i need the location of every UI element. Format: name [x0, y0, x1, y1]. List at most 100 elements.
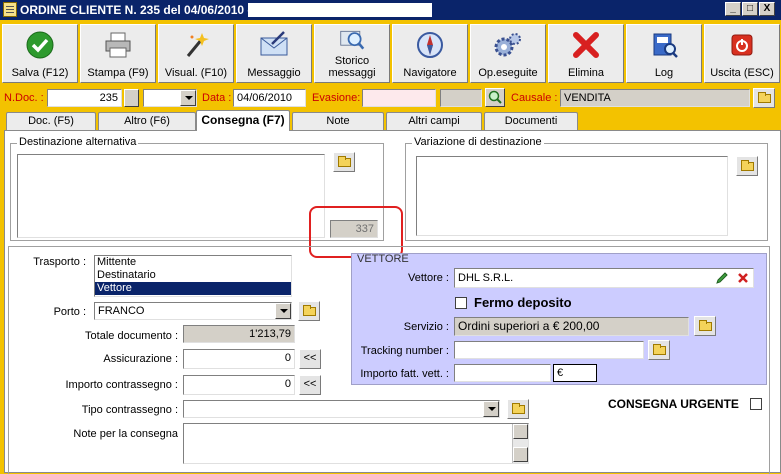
folder-icon: [699, 320, 712, 331]
folder-icon: [512, 403, 525, 414]
variazione-destinazione-textarea[interactable]: [416, 156, 728, 236]
importo-contrassegno-label: Importo contrassegno :: [65, 379, 178, 391]
ndoc-input[interactable]: 235: [47, 89, 122, 107]
close-window-button[interactable]: X: [759, 2, 775, 16]
folder-icon: [758, 92, 771, 103]
fermo-deposito-checkbox[interactable]: [455, 297, 467, 309]
tab-note[interactable]: Note: [292, 112, 384, 130]
tab-altri-campi[interactable]: Altri campi: [386, 112, 482, 130]
uscita-button[interactable]: Uscita (ESC): [704, 24, 780, 83]
clear-x-icon[interactable]: [737, 272, 749, 284]
evasione-extra-field: [440, 89, 482, 107]
trasporto-option-destinatario[interactable]: Destinatario: [95, 269, 291, 282]
tipo-contrassegno-dropdown-button[interactable]: [483, 401, 499, 417]
currency-field[interactable]: €: [553, 364, 597, 382]
tab-consegna[interactable]: Consegna (F7): [196, 110, 290, 131]
envelope-icon: [260, 31, 288, 56]
trasporto-option-vettore[interactable]: Vettore: [95, 282, 291, 295]
variazione-folder-button[interactable]: [736, 156, 758, 176]
causale-input[interactable]: VENDITA: [560, 89, 750, 107]
assicurazione-arrow-button[interactable]: <<: [299, 349, 321, 369]
gears-icon: [494, 33, 521, 57]
note-consegna-textarea[interactable]: [183, 423, 529, 464]
scroll-down-button[interactable]: [513, 447, 528, 462]
vettore-input[interactable]: DHL S.R.L.: [454, 268, 754, 288]
porto-dropdown-button[interactable]: [275, 303, 291, 319]
assicurazione-label: Assicurazione :: [103, 353, 178, 365]
servizio-folder-button[interactable]: [694, 316, 716, 336]
porto-label: Porto :: [53, 306, 86, 318]
destinazione-alternativa-title: Destinazione alternativa: [17, 136, 139, 148]
visual-button[interactable]: Visual. (F10): [158, 24, 234, 83]
ndoc-button[interactable]: [124, 89, 139, 107]
importo-contrassegno-input[interactable]: 0: [183, 375, 295, 395]
contrassegno-arrow-button[interactable]: <<: [299, 375, 321, 395]
navigatore-button[interactable]: Navigatore: [392, 24, 468, 83]
series-dropdown-button[interactable]: [180, 90, 196, 106]
vettore-title: VETTORE: [357, 253, 409, 265]
printer-icon: [105, 32, 131, 58]
tipo-contrassegno-select[interactable]: [183, 400, 500, 418]
magic-wand-icon: [186, 33, 209, 57]
porto-select[interactable]: FRANCO: [94, 302, 292, 320]
porto-folder-button[interactable]: [298, 301, 320, 321]
evasione-input[interactable]: [362, 89, 436, 107]
servizio-input[interactable]: Ordini superiori a € 200,00: [454, 317, 689, 336]
data-label: Data :: [202, 92, 232, 104]
delete-x-icon: [573, 32, 599, 58]
tracking-number-label: Tracking number :: [360, 345, 449, 357]
tipo-contrassegno-folder-button[interactable]: [507, 399, 529, 419]
evasione-label: Evasione:: [312, 92, 361, 104]
causale-folder-button[interactable]: [753, 88, 775, 108]
tab-documenti[interactable]: Documenti: [484, 112, 578, 130]
op-eseguite-button[interactable]: Op.eseguite: [470, 24, 546, 83]
causale-label: Causale :: [511, 92, 558, 104]
trasporto-list[interactable]: Mittente Destinatario Vettore: [94, 255, 292, 297]
magnifier-icon: [488, 90, 502, 104]
note-scrollbar[interactable]: [512, 424, 528, 463]
importo-fatt-vett-label: Importo fatt. vett. :: [360, 368, 449, 380]
redacted-title-area: [248, 3, 432, 17]
tracking-number-input[interactable]: [454, 341, 644, 359]
window-title: ORDINE CLIENTE N. 235 del 04/06/2010 -: [20, 3, 252, 17]
compass-icon: [417, 32, 443, 58]
note-consegna-label: Note per la consegna: [73, 428, 178, 440]
ndoc-label: N.Doc. :: [4, 92, 44, 104]
tab-altro[interactable]: Altro (F6): [98, 112, 196, 130]
evasione-search-button[interactable]: [485, 88, 505, 107]
folder-icon: [338, 156, 351, 167]
folder-icon: [653, 344, 666, 355]
vettore-label: Vettore :: [408, 272, 449, 284]
folder-icon: [741, 160, 754, 171]
totale-documento-label: Totale documento :: [85, 330, 178, 342]
destinazione-alternativa-textarea[interactable]: [17, 154, 325, 238]
elimina-button[interactable]: Elimina: [548, 24, 624, 83]
folder-icon: [303, 305, 316, 316]
importo-fatt-vett-input[interactable]: [454, 364, 551, 382]
edit-pencil-icon[interactable]: [715, 271, 729, 285]
stampa-button[interactable]: Stampa (F9): [80, 24, 156, 83]
log-button[interactable]: Log: [626, 24, 702, 83]
data-input[interactable]: 04/06/2010: [233, 89, 306, 107]
tipo-contrassegno-label: Tipo contrassegno :: [81, 404, 178, 416]
trasporto-label: Trasporto :: [33, 256, 86, 268]
assicurazione-input[interactable]: 0: [183, 349, 295, 369]
messaggio-button[interactable]: Messaggio: [236, 24, 312, 83]
consegna-urgente-checkbox[interactable]: [750, 398, 762, 410]
app-document-icon: [3, 2, 17, 17]
power-icon: [731, 34, 753, 56]
log-book-icon: [653, 33, 678, 58]
servizio-label: Servizio :: [403, 321, 449, 333]
variazione-destinazione-title: Variazione di destinazione: [412, 136, 544, 148]
trasporto-option-mittente[interactable]: Mittente: [95, 256, 291, 269]
tracking-folder-button[interactable]: [648, 340, 670, 360]
consegna-urgente-label: CONSEGNA URGENTE: [608, 397, 739, 411]
scroll-up-button[interactable]: [513, 424, 528, 439]
tab-doc[interactable]: Doc. (F5): [6, 112, 96, 130]
message-history-icon: [340, 30, 365, 50]
minimize-button[interactable]: _: [725, 2, 741, 16]
salva-button[interactable]: Salva (F12): [2, 24, 78, 83]
maximize-button[interactable]: □: [742, 2, 758, 16]
storico-messaggi-button[interactable]: Storico messaggi: [314, 24, 390, 83]
destinazione-folder-button[interactable]: [333, 152, 355, 172]
